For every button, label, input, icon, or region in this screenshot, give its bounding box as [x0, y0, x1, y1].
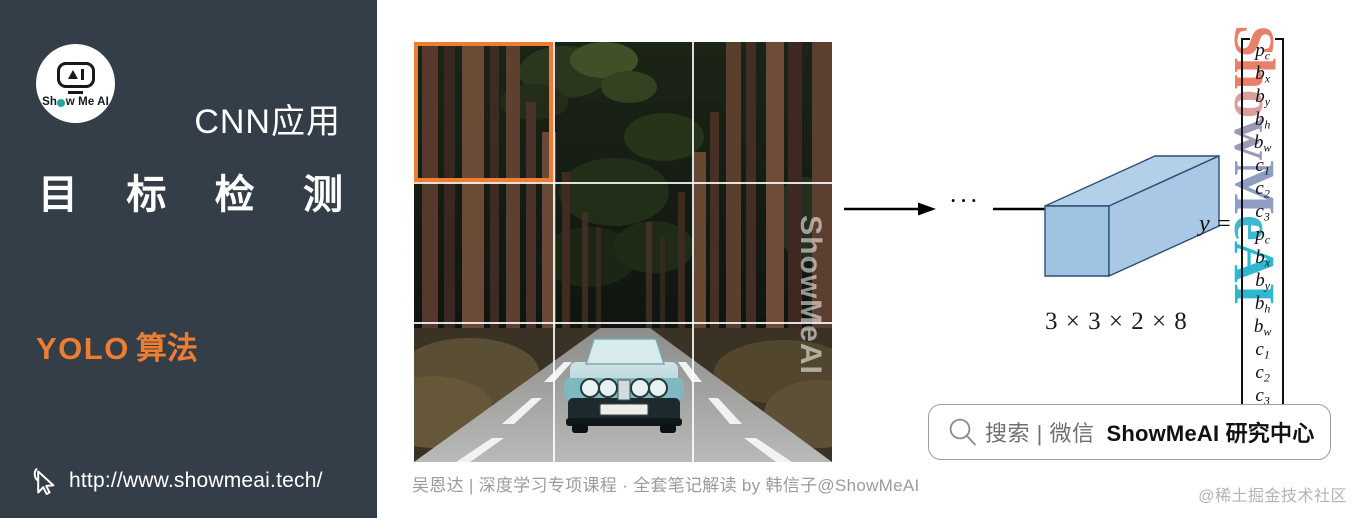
subtitle: YOLO 算法 — [36, 323, 198, 368]
subtitle-cn: 算法 — [135, 331, 198, 366]
title-char-4: 测 — [302, 173, 343, 217]
mouse-pointer-icon — [33, 468, 55, 495]
brand-logo-text: Sh w Me AI — [42, 96, 109, 108]
sidebar-panel: Sh w Me AI CNN应用 目 标 检 测 YOLO 算法 http://ww… — [0, 0, 377, 518]
vector-lhs-label: y = — [1199, 210, 1232, 237]
logo-dot-icon — [57, 98, 66, 107]
arrow-right-icon — [844, 202, 936, 215]
vector-item: c2 — [1255, 362, 1270, 385]
logo-text-after: w Me AI — [65, 95, 109, 108]
vector-item: c1 — [1255, 155, 1270, 178]
vector-item: c3 — [1255, 201, 1270, 224]
slide-caption: 吴恩达 | 深度学习专项课程 · 全套笔记解读 by 韩信子@ShowMeAI — [412, 476, 920, 495]
page-title: 目 标 检 测 — [38, 162, 343, 220]
vector-item: bx — [1255, 63, 1271, 86]
robot-face-icon — [56, 61, 95, 88]
title-char-3: 检 — [214, 173, 255, 217]
vector-item: bw — [1253, 316, 1272, 339]
wechat-search-box[interactable]: 搜索 | 微信 ShowMeAI 研究中心 — [928, 404, 1331, 460]
output-vector: y = pc bx by bh bw c1 c2 c3 pc bx by bh bw c1 c2 c3 — [1199, 38, 1285, 410]
website-url-text: http://www.showmeai.tech/ — [69, 469, 323, 492]
search-brand-label: ShowMeAI 研究中心 — [1106, 421, 1315, 446]
kicker-title: CNN应用 — [194, 103, 341, 141]
title-char-2: 标 — [126, 173, 167, 217]
highlighted-grid-cell[interactable] — [414, 42, 553, 182]
corner-watermark: @稀土掘金技术社区 — [1198, 488, 1347, 505]
vector-items: pc bx by bh bw c1 c2 c3 pc bx by bh bw c1 c2 c3 — [1250, 38, 1276, 410]
vector-item: by — [1255, 86, 1271, 109]
website-link[interactable]: http://www.showmeai.tech/ — [32, 466, 323, 496]
vector-item: bw — [1253, 132, 1272, 155]
slide-root: Sh w Me AI CNN应用 目 标 检 测 YOLO 算法 http://ww… — [0, 0, 1361, 518]
ellipsis-label: ··· — [949, 188, 980, 215]
vector-matrix: pc bx by bh bw c1 c2 c3 pc bx by bh bw c1 c2 c3 — [1240, 38, 1285, 410]
vector-item: pc — [1255, 224, 1271, 247]
bracket-right — [1275, 38, 1285, 410]
brand-logo: Sh w Me AI — [36, 44, 115, 123]
vector-item: bh — [1254, 293, 1271, 316]
vector-item: c2 — [1255, 178, 1270, 201]
letter-i-glyph — [80, 69, 84, 80]
vector-item: by — [1255, 270, 1271, 293]
vector-item: bx — [1255, 247, 1271, 270]
subtitle-latin: YOLO — [36, 331, 130, 366]
gridded-photo: ShowMeAI — [414, 42, 832, 462]
search-icon — [949, 418, 976, 446]
vector-item: c1 — [1255, 339, 1270, 362]
logo-text-before: Sh — [42, 95, 58, 108]
search-placeholder-label: 搜索 | 微信 — [985, 421, 1095, 446]
vector-item: pc — [1255, 40, 1271, 63]
letter-a-glyph — [67, 70, 78, 79]
vector-item: bh — [1254, 109, 1271, 132]
cube-dimensions-label: 3 × 3 × 2 × 8 — [1045, 308, 1188, 335]
bracket-left — [1240, 38, 1250, 410]
robot-neck-shape — [68, 90, 83, 94]
title-char-1: 目 — [38, 173, 78, 217]
content-panel: ShowMeAI 吴恩达 | 深度学习专项课程 · 全套笔记解读 by 韩信子@… — [377, 0, 1361, 518]
